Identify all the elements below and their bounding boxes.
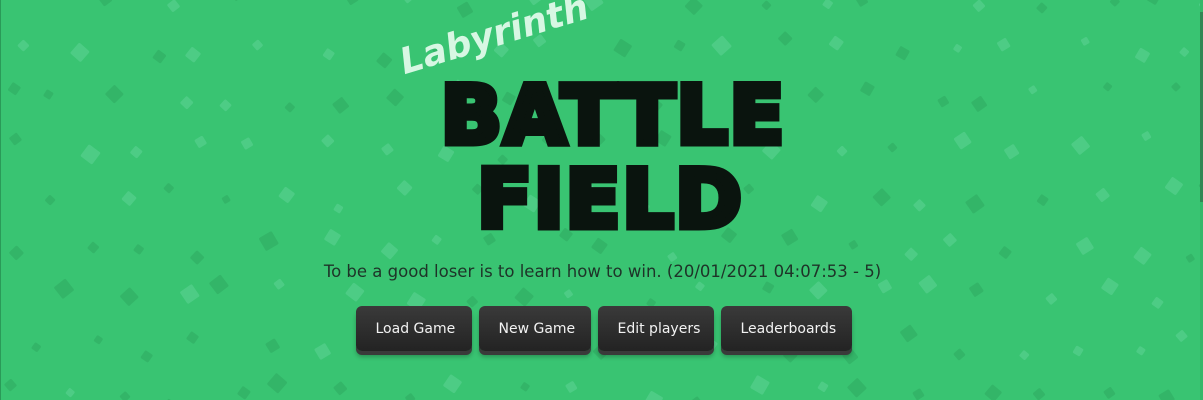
pattern-tile — [333, 381, 347, 395]
pattern-tile — [120, 287, 139, 306]
pattern-tile — [1158, 389, 1175, 400]
pattern-tile — [912, 388, 925, 400]
quote-text: To be a good loser is to learn how to wi… — [323, 262, 882, 281]
main-menu: Load Game New Game Edit players Leaderbo… — [1, 306, 1203, 351]
pattern-tile — [969, 282, 984, 297]
pattern-tile — [644, 391, 663, 400]
load-game-button[interactable]: Load Game — [355, 306, 472, 351]
pattern-tile — [267, 373, 287, 394]
pattern-tile — [1019, 350, 1030, 360]
pattern-tile — [750, 375, 770, 395]
pattern-tile — [140, 350, 153, 363]
pattern-tile — [564, 289, 573, 299]
pattern-tile — [695, 281, 705, 291]
pattern-tile — [817, 381, 829, 392]
pattern-tile — [762, 281, 775, 294]
pattern-tile — [443, 374, 462, 393]
pattern-tile — [237, 386, 251, 400]
pattern-tile — [65, 388, 75, 398]
pattern-tile — [180, 284, 200, 304]
edit-players-button[interactable]: Edit players — [597, 306, 714, 351]
pattern-tile — [345, 282, 365, 302]
pattern-tile — [119, 391, 131, 400]
pattern-tile — [1103, 387, 1116, 399]
pattern-tile — [877, 279, 892, 294]
pattern-tile — [405, 393, 416, 400]
pattern-tile — [565, 381, 578, 393]
game-logo: BATTLE FIELD Labyrinth — [1, 0, 1203, 250]
pattern-tile — [1033, 388, 1045, 400]
pattern-tile — [514, 287, 534, 307]
pattern-tile — [691, 396, 702, 400]
pattern-tile — [4, 379, 17, 392]
pattern-tile — [1045, 293, 1058, 305]
pattern-tile — [520, 382, 530, 392]
pattern-tile — [847, 378, 867, 398]
pattern-tile — [984, 384, 1002, 400]
game-main-menu: BATTLE FIELD Labyrinth To be a good lose… — [0, 0, 1203, 400]
pattern-tile — [667, 252, 678, 262]
pattern-tile — [809, 281, 828, 300]
new-game-button[interactable]: New Game — [478, 306, 591, 351]
leaderboards-button[interactable]: Leaderboards — [720, 306, 852, 351]
logo-battle-text: BATTLE — [437, 69, 787, 162]
logo-field-text: FIELD — [474, 153, 745, 246]
pattern-tile — [54, 278, 74, 299]
